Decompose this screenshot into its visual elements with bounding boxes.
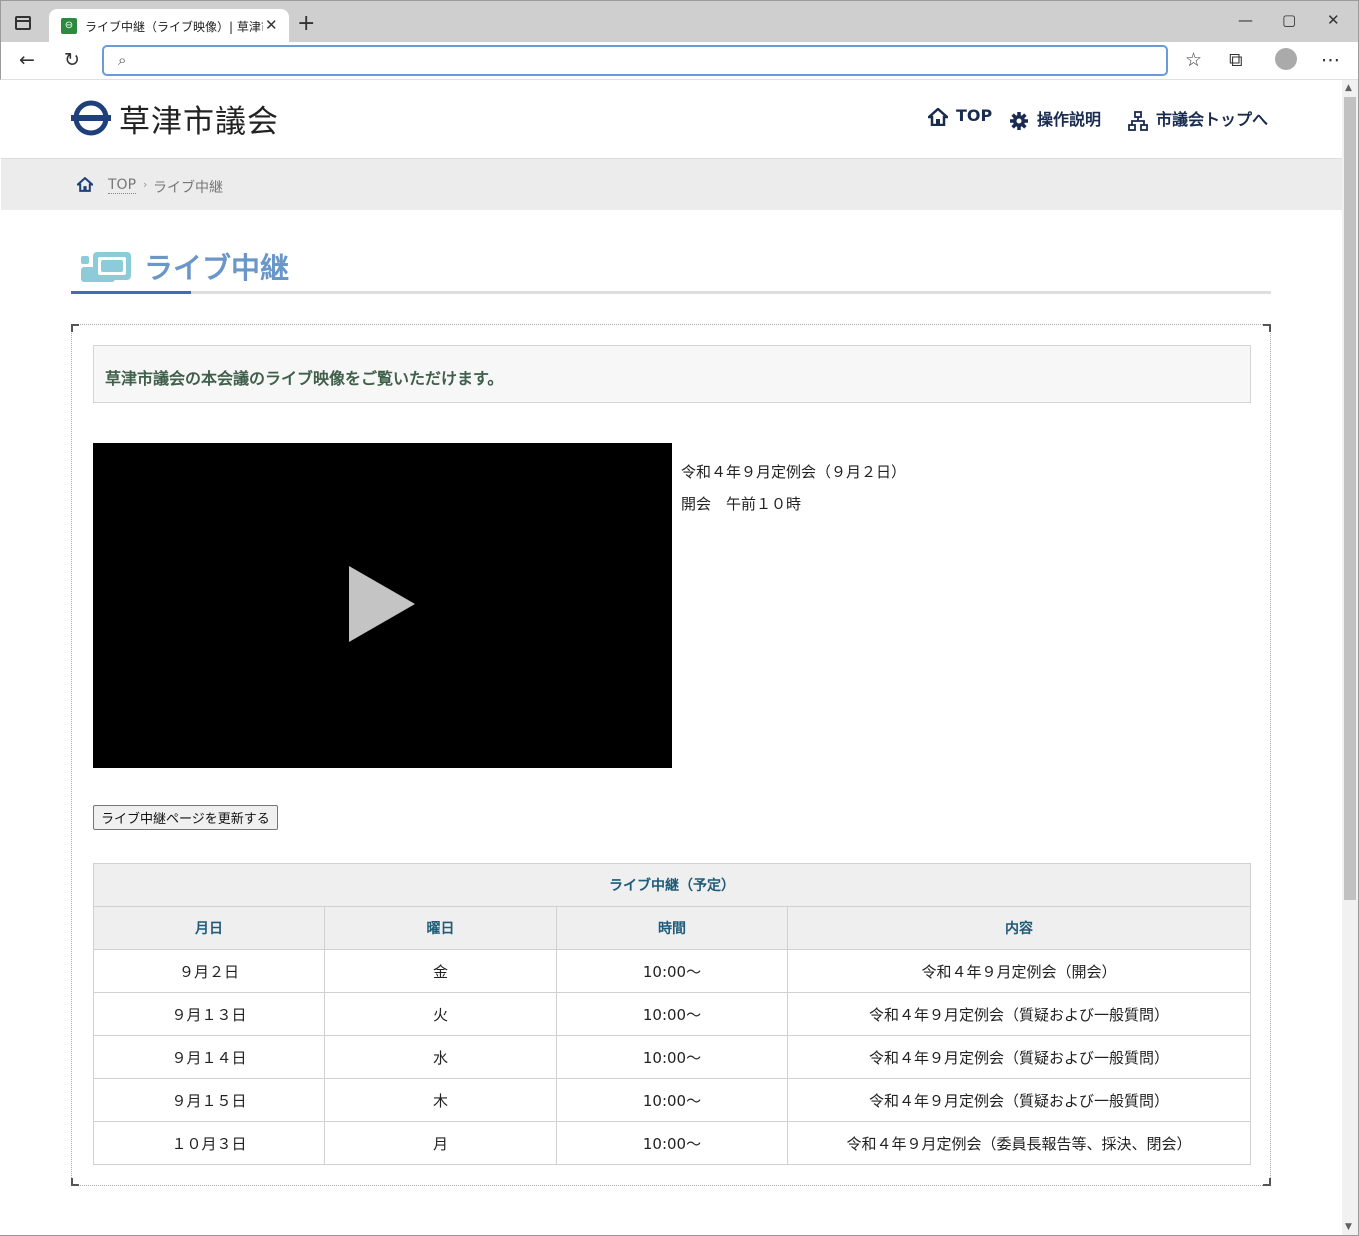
cell-date: ９月１４日 <box>93 1035 325 1079</box>
cell-weekday: 火 <box>324 992 557 1036</box>
refresh-page-button[interactable]: ライブ中継ページを更新する <box>93 805 278 830</box>
box-corner <box>71 1178 79 1186</box>
table-row: ９月１３日 火 10:00～ 令和４年９月定例会（質疑および一般質問） <box>93 992 1251 1036</box>
close-window-icon[interactable]: ✕ <box>1327 11 1340 29</box>
cell-date: ９月１３日 <box>93 992 325 1036</box>
favorites-icon[interactable]: ☆ <box>1185 49 1202 71</box>
scrollbar-thumb[interactable] <box>1344 97 1356 900</box>
browser-toolbar: ← ↻ ⌕ ☆ ⧉ ⋯ <box>0 42 1359 80</box>
cell-date: ９月２日 <box>93 949 325 993</box>
back-icon[interactable]: ← <box>19 49 35 71</box>
nav-top[interactable]: TOP <box>928 106 992 126</box>
schedule-header-row: 月日 曜日 時間 内容 <box>93 906 1251 950</box>
cell-time: 10:00～ <box>556 1078 788 1122</box>
column-header-time: 時間 <box>556 906 788 950</box>
breadcrumb-current: ライブ中継 <box>153 180 223 196</box>
video-player[interactable] <box>93 443 672 768</box>
cell-weekday: 月 <box>324 1121 557 1165</box>
page-title-underline <box>71 291 1271 294</box>
breadcrumb-home-icon[interactable] <box>77 177 93 192</box>
collections-icon[interactable]: ⧉ <box>1229 49 1243 71</box>
cell-time: 10:00～ <box>556 949 788 993</box>
column-header-content: 内容 <box>787 906 1251 950</box>
cell-date: ９月１５日 <box>93 1078 325 1122</box>
reload-icon[interactable]: ↻ <box>64 49 80 71</box>
box-corner <box>1263 324 1271 332</box>
lead-panel: 草津市議会の本会議のライブ映像をご覧いただけます。 <box>93 345 1251 403</box>
cell-content: 令和４年９月定例会（質疑および一般質問） <box>787 992 1251 1036</box>
lead-text: 草津市議会の本会議のライブ映像をご覧いただけます。 <box>105 369 504 388</box>
video-info: 令和４年９月定例会（９月２日） 開会 午前１０時 <box>681 456 906 520</box>
nav-help[interactable]: 操作説明 <box>1009 106 1101 131</box>
video-info-time: 開会 午前１０時 <box>681 495 802 513</box>
scroll-down-icon[interactable]: ▼ <box>1345 1222 1352 1232</box>
breadcrumb: TOP › ライブ中継 <box>1 158 1342 210</box>
search-icon: ⌕ <box>118 51 127 69</box>
minimize-icon[interactable]: — <box>1238 11 1253 29</box>
content-box: 草津市議会の本会議のライブ映像をご覧いただけます。 令和４年９月定例会（９月２日… <box>71 324 1271 1186</box>
schedule-caption-row: ライブ中継（予定） <box>93 863 1251 907</box>
box-corner <box>1263 1178 1271 1186</box>
site-name[interactable]: 草津市議会 <box>119 96 279 141</box>
cell-content: 令和４年９月定例会（開会） <box>787 949 1251 993</box>
tab-actions-icon[interactable] <box>15 16 31 30</box>
box-corner <box>71 324 79 332</box>
video-camera-icon <box>81 252 131 282</box>
site-header: 草津市議会 TOP 操作説明 市議会トップへ <box>1 80 1342 158</box>
table-row: １０月３日 月 10:00～ 令和４年９月定例会（委員長報告等、採決、閉会） <box>93 1121 1251 1165</box>
cell-time: 10:00～ <box>556 1035 788 1079</box>
nav-council-top-label: 市議会トップへ <box>1156 110 1269 129</box>
new-tab-button[interactable]: + <box>297 11 315 36</box>
scroll-up-icon[interactable]: ▲ <box>1345 83 1352 93</box>
address-bar[interactable]: ⌕ <box>102 45 1168 76</box>
close-tab-icon[interactable]: ✕ <box>265 16 278 34</box>
city-emblem-icon <box>71 100 111 136</box>
profile-avatar[interactable] <box>1275 48 1297 70</box>
cell-content: 令和４年９月定例会（質疑および一般質問） <box>787 1035 1251 1079</box>
schedule-table: ライブ中継（予定） 月日 曜日 時間 内容 ９月２日 金 10:00～ 令和４年… <box>93 863 1251 1165</box>
site-favicon-icon: ⊖ <box>61 18 77 34</box>
page-viewport: 草津市議会 TOP 操作説明 市議会トップへ TOP › ライブ中継 ライブ中継… <box>1 80 1342 1235</box>
breadcrumb-top-link[interactable]: TOP <box>108 177 137 194</box>
column-header-weekday: 曜日 <box>324 906 557 950</box>
cell-date: １０月３日 <box>93 1121 325 1165</box>
nav-help-label: 操作説明 <box>1037 110 1102 129</box>
video-info-session: 令和４年９月定例会（９月２日） <box>681 463 907 481</box>
cell-content: 令和４年９月定例会（質疑および一般質問） <box>787 1078 1251 1122</box>
browser-tab-bar: ⊖ ライブ中継（ライブ映像）| 草津市議会 ✕ + — ▢ ✕ <box>0 0 1359 43</box>
breadcrumb-separator: › <box>143 178 148 191</box>
sitemap-icon <box>1128 110 1148 131</box>
cell-time: 10:00～ <box>556 992 788 1036</box>
cell-weekday: 水 <box>324 1035 557 1079</box>
table-row: ９月２日 金 10:00～ 令和４年９月定例会（開会） <box>93 949 1251 993</box>
column-header-date: 月日 <box>93 906 325 950</box>
play-icon[interactable] <box>349 566 415 642</box>
browser-tab-active[interactable]: ⊖ ライブ中継（ライブ映像）| 草津市議会 ✕ <box>49 9 289 43</box>
nav-council-top[interactable]: 市議会トップへ <box>1128 106 1268 131</box>
home-icon <box>928 107 948 126</box>
cell-weekday: 金 <box>324 949 557 993</box>
page-title: ライブ中継 <box>144 251 290 285</box>
nav-top-label: TOP <box>956 106 993 125</box>
gear-icon <box>1010 111 1028 130</box>
more-icon[interactable]: ⋯ <box>1321 49 1340 71</box>
vertical-scrollbar[interactable]: ▲ ▼ <box>1342 80 1358 1235</box>
schedule-caption: ライブ中継（予定） <box>93 863 1251 907</box>
title-underline-accent <box>71 291 191 294</box>
table-row: ９月１４日 水 10:00～ 令和４年９月定例会（質疑および一般質問） <box>93 1035 1251 1079</box>
cell-content: 令和４年９月定例会（委員長報告等、採決、閉会） <box>787 1121 1251 1165</box>
cell-time: 10:00～ <box>556 1121 788 1165</box>
tab-title: ライブ中継（ライブ映像）| 草津市議会 <box>85 20 263 34</box>
table-row: ９月１５日 木 10:00～ 令和４年９月定例会（質疑および一般質問） <box>93 1078 1251 1122</box>
maximize-icon[interactable]: ▢ <box>1282 11 1296 29</box>
cell-weekday: 木 <box>324 1078 557 1122</box>
